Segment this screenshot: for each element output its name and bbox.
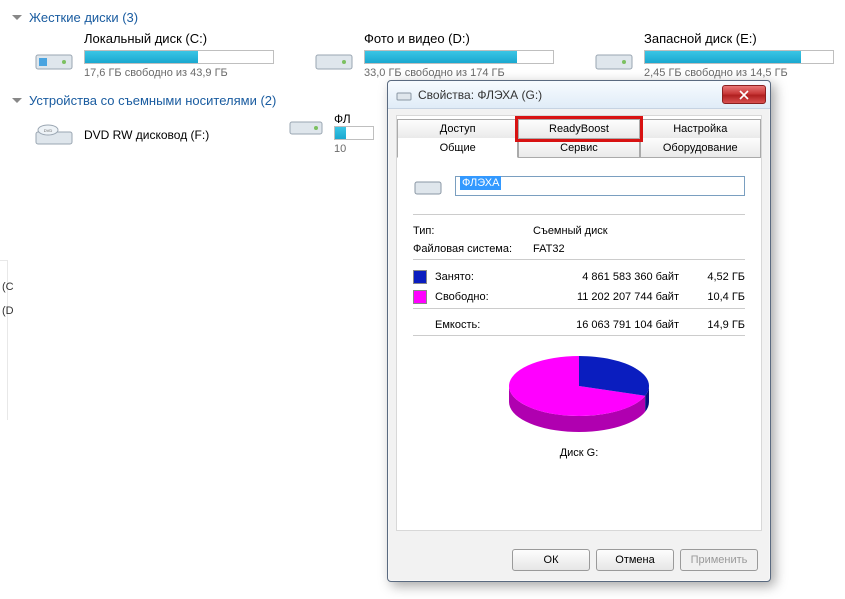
dialog-buttons: ОК Отмена Применить <box>388 539 770 581</box>
drive-icon <box>413 174 443 198</box>
close-button[interactable] <box>722 85 766 104</box>
volume-name-input[interactable]: ФЛЭХА <box>455 176 745 196</box>
flash-label-partial: ФЛ <box>334 112 374 126</box>
tab-access[interactable]: Доступ <box>397 119 518 139</box>
used-color-icon <box>413 270 427 284</box>
tab-service[interactable]: Сервис <box>518 138 639 158</box>
usage-pie-chart <box>413 348 745 441</box>
dvd-drive-icon: DVD <box>34 120 74 150</box>
tab-hardware[interactable]: Оборудование <box>640 138 761 158</box>
drive-free-text: 2,45 ГБ свободно из 14,5 ГБ <box>644 67 834 79</box>
hdd-icon <box>594 45 634 75</box>
drive-item-e[interactable]: Запасной диск (E:) 2,45 ГБ свободно из 1… <box>594 31 834 79</box>
capacity-label: Емкость: <box>413 319 523 331</box>
dvd-label: DVD RW дисковод (F:) <box>84 128 209 142</box>
section-hdd-label: Жесткие диски (3) <box>29 10 138 25</box>
used-gb: 4,52 ГБ <box>685 271 745 283</box>
free-color-icon <box>413 290 427 304</box>
tab-general[interactable]: Общие <box>397 138 518 158</box>
tab-readyboost[interactable]: ReadyBoost <box>518 119 639 139</box>
apply-button[interactable]: Применить <box>680 549 758 571</box>
chevron-down-icon <box>12 15 22 20</box>
titlebar[interactable]: Свойства: ФЛЭХА (G:) <box>388 81 770 109</box>
capacity-fill <box>365 51 517 63</box>
ok-button[interactable]: ОК <box>512 549 590 571</box>
tree-stub: (C (D <box>0 260 8 420</box>
section-hdd[interactable]: Жесткие диски (3) <box>10 6 835 31</box>
hdd-icon <box>34 45 74 75</box>
type-value: Съемный диск <box>533 225 745 237</box>
section-removable-label: Устройства со съемными носителями (2) <box>29 93 276 108</box>
drive-label: Локальный диск (C:) <box>84 31 274 46</box>
capacity-bar <box>644 50 834 64</box>
capacity-bar <box>364 50 554 64</box>
drive-icon <box>396 88 412 102</box>
capacity-bytes: 16 063 791 104 байт <box>523 319 685 331</box>
drive-free-text: 17,6 ГБ свободно из 43,9 ГБ <box>84 67 274 79</box>
tab-settings[interactable]: Настройка <box>640 119 761 139</box>
capacity-fill <box>85 51 198 63</box>
free-bytes: 11 202 207 744 байт <box>523 291 685 303</box>
chevron-down-icon <box>12 98 22 103</box>
capacity-bar <box>84 50 274 64</box>
dialog-title: Свойства: ФЛЭХА (G:) <box>418 88 722 102</box>
tab-strip: Доступ ReadyBoost Настройка Общие Сервис… <box>397 116 761 157</box>
capacity-gb: 14,9 ГБ <box>685 319 745 331</box>
type-label: Тип: <box>413 225 533 237</box>
pie-caption: Диск G: <box>413 447 745 459</box>
drive-label: Фото и видео (D:) <box>364 31 554 46</box>
fs-label: Файловая система: <box>413 243 533 255</box>
drive-item-d[interactable]: Фото и видео (D:) 33,0 ГБ свободно из 17… <box>314 31 554 79</box>
hdd-icon <box>314 45 354 75</box>
used-label: Занято: <box>435 271 474 283</box>
volume-name-value: ФЛЭХА <box>460 176 501 190</box>
drive-item-flash-partial[interactable]: ФЛ 10 <box>288 112 374 155</box>
close-icon <box>739 90 749 100</box>
removable-disk-icon <box>288 112 324 140</box>
tab-body-general: ФЛЭХА Тип: Съемный диск Файловая система… <box>397 157 761 530</box>
free-label: Свободно: <box>435 291 489 303</box>
drive-free-text: 33,0 ГБ свободно из 174 ГБ <box>364 67 554 79</box>
svg-text:DVD: DVD <box>44 128 53 133</box>
drive-item-c[interactable]: Локальный диск (C:) 17,6 ГБ свободно из … <box>34 31 274 79</box>
capacity-fill <box>645 51 801 63</box>
properties-dialog: Свойства: ФЛЭХА (G:) Доступ ReadyBoost Н… <box>387 80 771 582</box>
cancel-button[interactable]: Отмена <box>596 549 674 571</box>
fs-value: FAT32 <box>533 243 745 255</box>
free-gb: 10,4 ГБ <box>685 291 745 303</box>
flash-free-partial: 10 <box>334 143 374 155</box>
used-bytes: 4 861 583 360 байт <box>523 271 685 283</box>
drive-label: Запасной диск (E:) <box>644 31 834 46</box>
